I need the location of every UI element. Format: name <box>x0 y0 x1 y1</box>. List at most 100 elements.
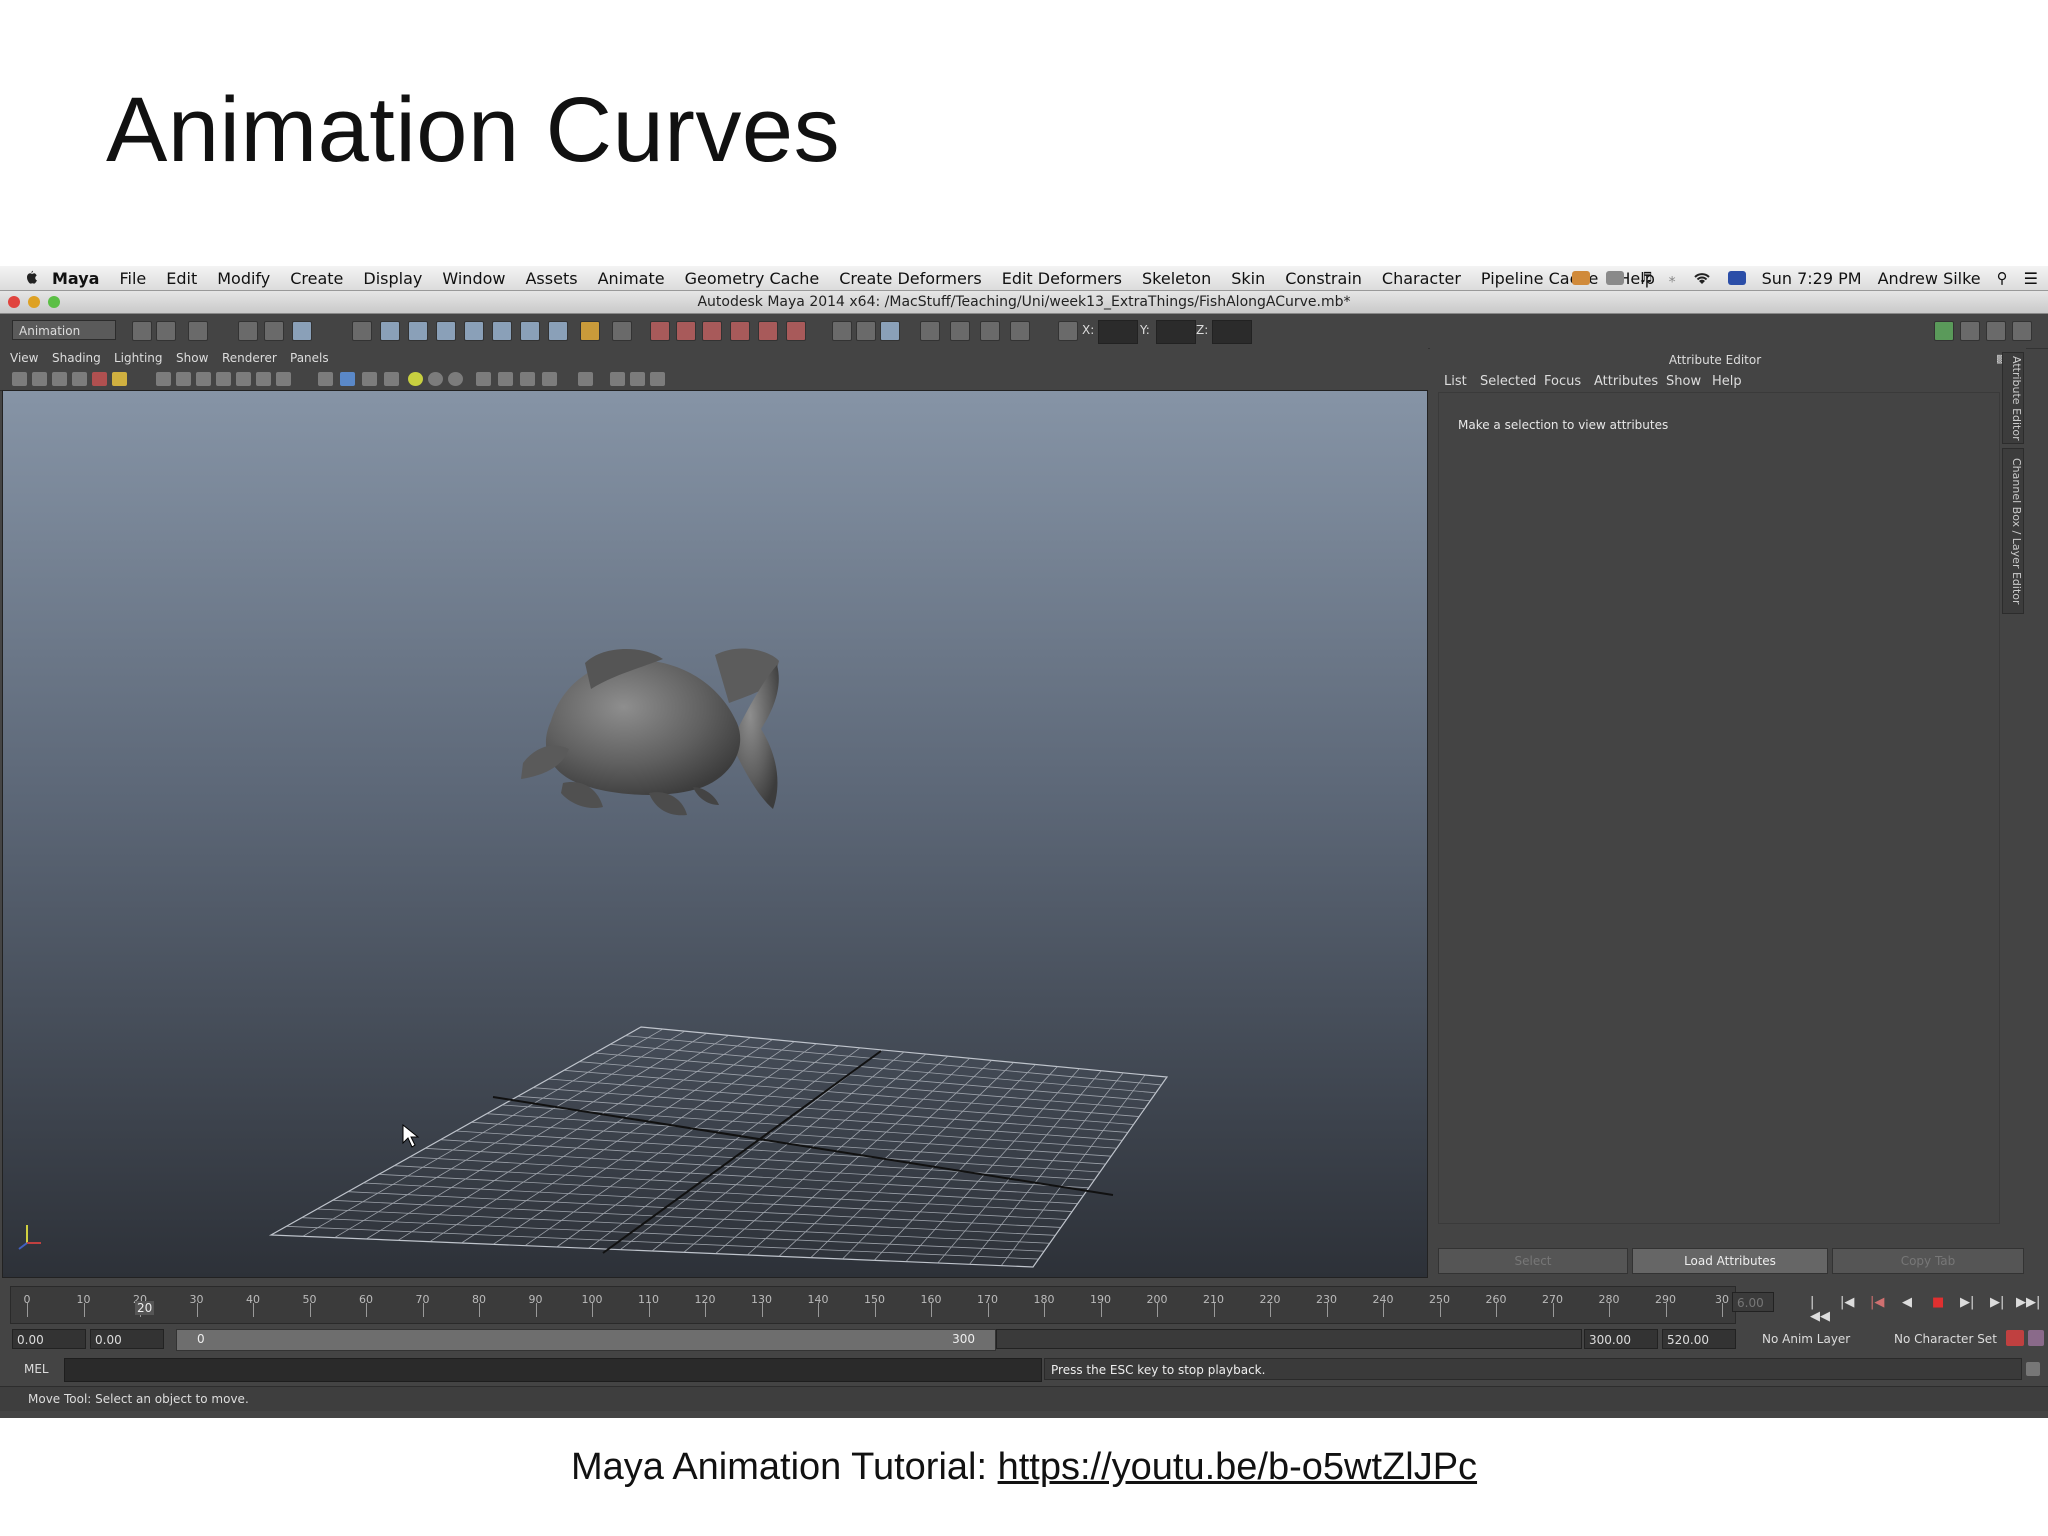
outliner-toggle-icon[interactable] <box>856 321 876 341</box>
menu-skeleton[interactable]: Skeleton <box>1142 269 1211 288</box>
attr-menu-show[interactable]: Show <box>1666 374 1701 389</box>
isolate-select-icon[interactable] <box>520 372 535 386</box>
motion-blur-icon[interactable] <box>448 372 463 386</box>
menu-constrain[interactable]: Constrain <box>1285 269 1362 288</box>
bookmarks-icon[interactable] <box>52 372 67 386</box>
anim-layer-select[interactable]: No Anim Layer <box>1762 1332 1850 1346</box>
user-name[interactable]: Andrew Silke <box>1878 269 1981 288</box>
safe-title-icon[interactable] <box>236 372 251 386</box>
mel-input[interactable] <box>64 1358 1042 1382</box>
history-icon[interactable] <box>492 321 512 341</box>
current-frame-marker[interactable]: 20 <box>135 1301 155 1315</box>
animation-preferences-icon[interactable] <box>2028 1330 2044 1346</box>
transform-mode-icon[interactable] <box>1010 321 1030 341</box>
apple-icon[interactable] <box>20 270 42 286</box>
y-field[interactable] <box>1156 320 1196 344</box>
ipr-render-icon[interactable] <box>676 321 696 341</box>
start-time-field[interactable]: 0.00 <box>12 1329 86 1349</box>
anim-start-field[interactable]: 0.00 <box>90 1329 164 1349</box>
film-gate-icon[interactable] <box>112 372 127 386</box>
step-back-frame-icon[interactable]: |◀ <box>1840 1296 1856 1310</box>
xray-icon[interactable] <box>542 372 557 386</box>
step-forward-key-icon[interactable]: ▶| <box>1960 1296 1976 1310</box>
step-back-key-icon[interactable]: |◀ <box>1870 1296 1886 1310</box>
construction-icon[interactable] <box>520 321 540 341</box>
menu-character[interactable]: Character <box>1382 269 1461 288</box>
xray-joints-icon[interactable] <box>578 372 593 386</box>
sidebar-toggle-icon[interactable] <box>832 321 852 341</box>
gamma-icon[interactable] <box>630 372 645 386</box>
save-scene-icon[interactable] <box>188 321 208 341</box>
wifi-icon[interactable] <box>1692 271 1712 285</box>
image-plane-icon[interactable] <box>72 372 87 386</box>
anim-end-field[interactable]: 300.00 <box>1584 1329 1658 1349</box>
character-set-select[interactable]: No Character Set <box>1894 1332 1997 1346</box>
panel-menu-view[interactable]: View <box>10 351 38 365</box>
panel-menu-show[interactable]: Show <box>176 351 208 365</box>
stop-playback-icon[interactable]: ■ <box>1932 1296 1948 1310</box>
auto-key-icon[interactable] <box>2006 1330 2024 1346</box>
menu-assets[interactable]: Assets <box>525 269 577 288</box>
copy-tab-button[interactable]: Copy Tab <box>1832 1248 2024 1274</box>
x-field[interactable] <box>1098 320 1138 344</box>
play-backwards-icon[interactable]: ◀ <box>1902 1296 1918 1310</box>
modeling-toolkit-icon[interactable] <box>2012 321 2032 341</box>
attribute-toggle-icon[interactable] <box>920 321 940 341</box>
load-attributes-button[interactable]: Load Attributes <box>1632 1248 1828 1274</box>
zoom-window-icon[interactable] <box>48 296 60 308</box>
menu-skin[interactable]: Skin <box>1231 269 1265 288</box>
grease-pencil-icon[interactable] <box>92 372 107 386</box>
panel-menu-shading[interactable]: Shading <box>52 351 101 365</box>
tutorial-link[interactable]: https://youtu.be/b-o5wtZlJPc <box>998 1446 1477 1488</box>
wireframe-on-shaded-icon[interactable] <box>318 372 333 386</box>
close-window-icon[interactable] <box>8 296 20 308</box>
attr-menu-selected[interactable]: Selected <box>1480 374 1536 389</box>
anti-aliasing-icon[interactable] <box>476 372 491 386</box>
lock-icon[interactable] <box>580 321 600 341</box>
spotlight-icon[interactable]: ⚲ <box>1997 269 2008 287</box>
bluetooth-icon[interactable]: ⁎ <box>1669 270 1676 286</box>
mel-label[interactable]: MEL <box>24 1362 49 1376</box>
menu-display[interactable]: Display <box>363 269 422 288</box>
snap-plane-icon[interactable] <box>436 321 456 341</box>
select-component-icon[interactable] <box>292 321 312 341</box>
gate-mask-icon[interactable] <box>176 372 191 386</box>
channel-box-toggle-icon[interactable] <box>880 321 900 341</box>
attr-menu-list[interactable]: List <box>1444 374 1467 389</box>
step-forward-frame-icon[interactable]: ▶| <box>1990 1296 2006 1310</box>
field-chart-icon[interactable] <box>196 372 211 386</box>
depth-of-field-icon[interactable] <box>498 372 513 386</box>
snap-curve-icon[interactable] <box>380 321 400 341</box>
tool-settings-icon[interactable] <box>950 321 970 341</box>
panel-menu-renderer[interactable]: Renderer <box>222 351 277 365</box>
flag-icon[interactable] <box>1727 271 1746 285</box>
clock[interactable]: Sun 7:29 PM <box>1762 269 1862 288</box>
time-slider[interactable]: 0 10 20 30 40 50 60 70 80 90 100 110 120 130 140 150 160… <box>10 1286 1736 1324</box>
minimize-window-icon[interactable] <box>28 296 40 308</box>
render-frame-icon[interactable] <box>650 321 670 341</box>
select-object-icon[interactable] <box>264 321 284 341</box>
volume-icon[interactable]: ♬ <box>1640 270 1653 286</box>
hud-icon[interactable] <box>650 372 665 386</box>
absolute-transform-icon[interactable] <box>1058 321 1078 341</box>
current-frame-field[interactable]: 6.00 <box>1732 1292 1774 1312</box>
use-all-lights-icon[interactable] <box>362 372 377 386</box>
camera-attributes-icon[interactable] <box>32 372 47 386</box>
attribute-editor-side-tab[interactable]: Attribute Editor <box>2002 352 2024 444</box>
panel-menu-panels[interactable]: Panels <box>290 351 329 365</box>
input-ops-icon[interactable] <box>612 321 632 341</box>
new-scene-icon[interactable] <box>132 321 152 341</box>
snap-point-icon[interactable] <box>408 321 428 341</box>
viewport-3d[interactable] <box>2 390 1428 1278</box>
menu-create[interactable]: Create <box>290 269 343 288</box>
menu-set-select[interactable]: Animation <box>12 320 116 340</box>
panel-menu-lighting[interactable]: Lighting <box>114 351 163 365</box>
render-region-icon[interactable] <box>786 321 806 341</box>
menu-animate[interactable]: Animate <box>598 269 665 288</box>
wireframe-icon[interactable] <box>256 372 271 386</box>
help-query-icon[interactable] <box>548 321 568 341</box>
select-button[interactable]: Select <box>1438 1248 1628 1274</box>
resolution-gate-icon[interactable] <box>156 372 171 386</box>
time-machine-icon[interactable] <box>1606 271 1625 285</box>
script-editor-icon[interactable] <box>2026 1362 2040 1376</box>
